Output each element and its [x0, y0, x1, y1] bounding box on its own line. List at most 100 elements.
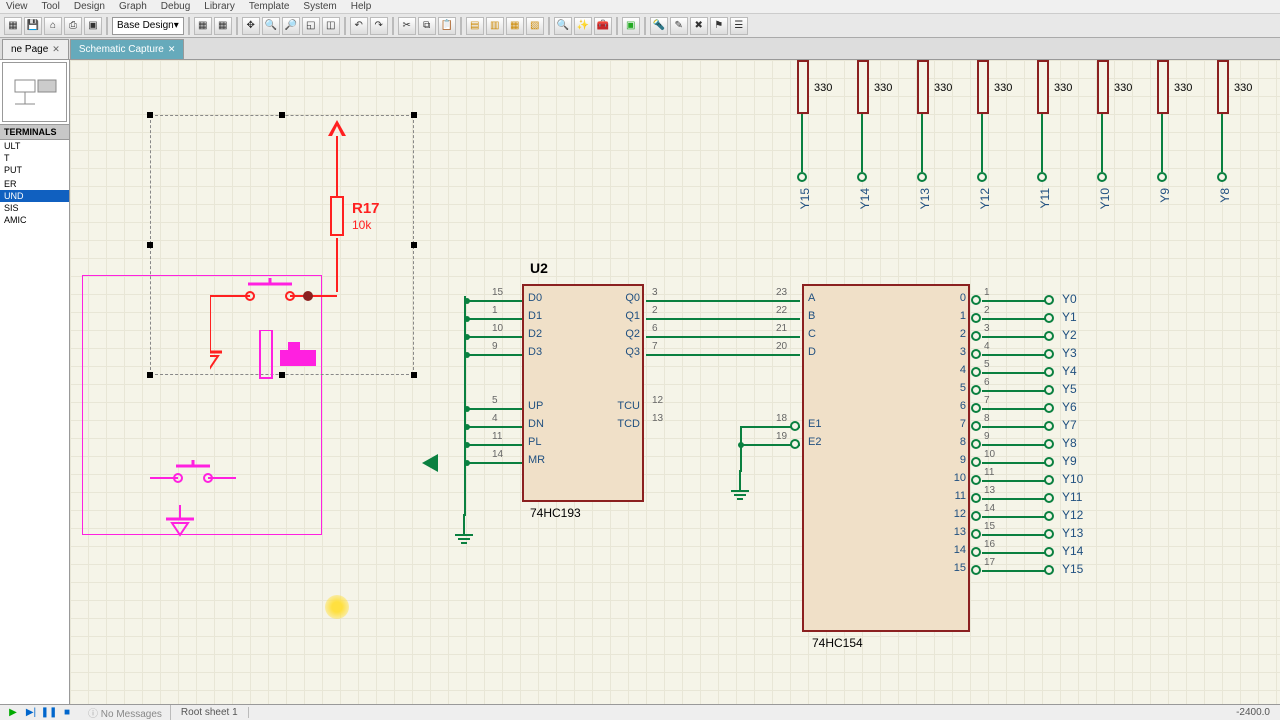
terminal-icon[interactable] — [1037, 172, 1047, 182]
terminal-icon[interactable] — [1044, 313, 1054, 323]
wire[interactable] — [982, 390, 1046, 392]
pin-wire[interactable] — [466, 408, 522, 410]
terminal-icon[interactable] — [1044, 385, 1054, 395]
wire[interactable] — [646, 354, 800, 356]
terminal-icon[interactable] — [1044, 439, 1054, 449]
net-label[interactable]: Y14 — [1062, 544, 1083, 558]
wire[interactable] — [982, 534, 1046, 536]
tb-redo-icon[interactable]: ↷ — [370, 17, 388, 35]
tb-find-icon[interactable]: 🔍 — [554, 17, 572, 35]
tb-copy-icon[interactable]: ⧉ — [418, 17, 436, 35]
ic-u1[interactable] — [802, 284, 970, 632]
input-terminal-icon[interactable] — [422, 454, 438, 472]
tb-wand-icon[interactable]: ✨ — [574, 17, 592, 35]
resize-handle[interactable] — [147, 242, 153, 248]
net-label[interactable]: Y14 — [858, 188, 872, 209]
tb-pcb-icon[interactable]: ▣ — [622, 17, 640, 35]
wire[interactable] — [982, 498, 1046, 500]
wire[interactable] — [464, 300, 466, 302]
tb-save-icon[interactable]: 💾 — [24, 17, 42, 35]
menu-system[interactable]: System — [303, 1, 336, 12]
tb-prop-icon[interactable]: ✎ — [670, 17, 688, 35]
wire[interactable] — [982, 552, 1046, 554]
tb-zoomarea-icon[interactable]: ◫ — [322, 17, 340, 35]
terminal-icon[interactable] — [977, 172, 987, 182]
tb-block4-icon[interactable]: ▧ — [526, 17, 544, 35]
terminal-icon[interactable] — [1044, 295, 1054, 305]
terminal-icon[interactable] — [1097, 172, 1107, 182]
wire[interactable] — [982, 480, 1046, 482]
net-label[interactable]: Y10 — [1062, 472, 1083, 486]
terminal-icon[interactable] — [1044, 403, 1054, 413]
wire[interactable] — [464, 318, 466, 320]
tb-cut-icon[interactable]: ✂ — [398, 17, 416, 35]
wire[interactable] — [740, 426, 742, 472]
pin-wire[interactable] — [466, 300, 522, 302]
terminal-icon[interactable] — [857, 172, 867, 182]
menu-debug[interactable]: Debug — [161, 1, 190, 12]
placing-component[interactable] — [240, 330, 360, 450]
wire[interactable] — [336, 136, 338, 196]
close-icon[interactable]: ✕ — [52, 44, 60, 55]
wire[interactable] — [982, 444, 1046, 446]
wire[interactable] — [982, 570, 1046, 572]
wire[interactable] — [464, 444, 466, 446]
net-label[interactable]: Y12 — [978, 188, 992, 209]
terminal-icon[interactable] — [1044, 493, 1054, 503]
net-label[interactable]: Y0 — [1062, 292, 1077, 306]
tb-home-icon[interactable]: ⌂ — [44, 17, 62, 35]
menu-graph[interactable]: Graph — [119, 1, 147, 12]
terminal-icon[interactable] — [1044, 565, 1054, 575]
pin-wire[interactable] — [466, 426, 522, 428]
net-label[interactable]: Y2 — [1062, 328, 1077, 342]
tb-paste-icon[interactable]: 📋 — [438, 17, 456, 35]
resize-handle[interactable] — [411, 242, 417, 248]
terminal-item[interactable]: ULT — [0, 140, 69, 152]
wire[interactable] — [646, 318, 800, 320]
net-label[interactable]: Y12 — [1062, 508, 1083, 522]
pin-wire[interactable] — [466, 462, 522, 464]
net-label[interactable]: Y8 — [1062, 436, 1077, 450]
resize-handle[interactable] — [411, 372, 417, 378]
wire[interactable] — [982, 462, 1046, 464]
wire[interactable] — [982, 318, 1046, 320]
terminal-icon[interactable] — [797, 172, 807, 182]
wire[interactable] — [464, 336, 466, 338]
net-label[interactable]: Y15 — [798, 188, 812, 209]
terminal-list[interactable]: ULTTPUTERUNDSISAMIC — [0, 140, 69, 704]
tb-block1-icon[interactable]: ▤ — [466, 17, 484, 35]
wire[interactable] — [646, 300, 800, 302]
tb-grid2-icon[interactable]: ▦ — [214, 17, 232, 35]
net-label[interactable]: Y13 — [1062, 526, 1083, 540]
wire[interactable] — [982, 336, 1046, 338]
net-label[interactable]: Y11 — [1062, 490, 1082, 504]
tb-kit-icon[interactable]: 🧰 — [594, 17, 612, 35]
net-label[interactable]: Y4 — [1062, 364, 1077, 378]
pause-icon[interactable]: ❚❚ — [42, 707, 56, 719]
wire[interactable] — [464, 354, 466, 356]
tb-list-icon[interactable]: ☰ — [730, 17, 748, 35]
tb-grid-icon[interactable]: ▦ — [194, 17, 212, 35]
tb-search-icon[interactable]: 🔦 — [650, 17, 668, 35]
play-icon[interactable]: ▶ — [6, 707, 20, 719]
tb-center-icon[interactable]: ✥ — [242, 17, 260, 35]
tab-schematic[interactable]: Schematic Capture✕ — [70, 39, 185, 59]
net-label[interactable]: Y9 — [1062, 454, 1077, 468]
terminal-icon[interactable] — [1217, 172, 1227, 182]
tb-fit-icon[interactable]: ◱ — [302, 17, 320, 35]
net-label[interactable]: Y10 — [1098, 188, 1112, 209]
terminal-item[interactable]: AMIC — [0, 214, 69, 226]
net-label[interactable]: Y6 — [1062, 400, 1077, 414]
net-label[interactable]: Y15 — [1062, 562, 1083, 576]
wire[interactable] — [982, 300, 1046, 302]
menu-help[interactable]: Help — [351, 1, 372, 12]
status-sheet[interactable]: Root sheet 1 — [171, 707, 249, 718]
terminal-item[interactable]: ER — [0, 178, 69, 190]
terminal-icon[interactable] — [1044, 475, 1054, 485]
schematic-canvas[interactable]: R17 10k — [70, 60, 1280, 704]
terminal-icon[interactable] — [1157, 172, 1167, 182]
tab-homepage[interactable]: ne Page✕ — [2, 39, 69, 59]
pin-wire[interactable] — [466, 444, 522, 446]
tb-zoomin-icon[interactable]: 🔍 — [262, 17, 280, 35]
net-label[interactable]: Y7 — [1062, 418, 1077, 432]
